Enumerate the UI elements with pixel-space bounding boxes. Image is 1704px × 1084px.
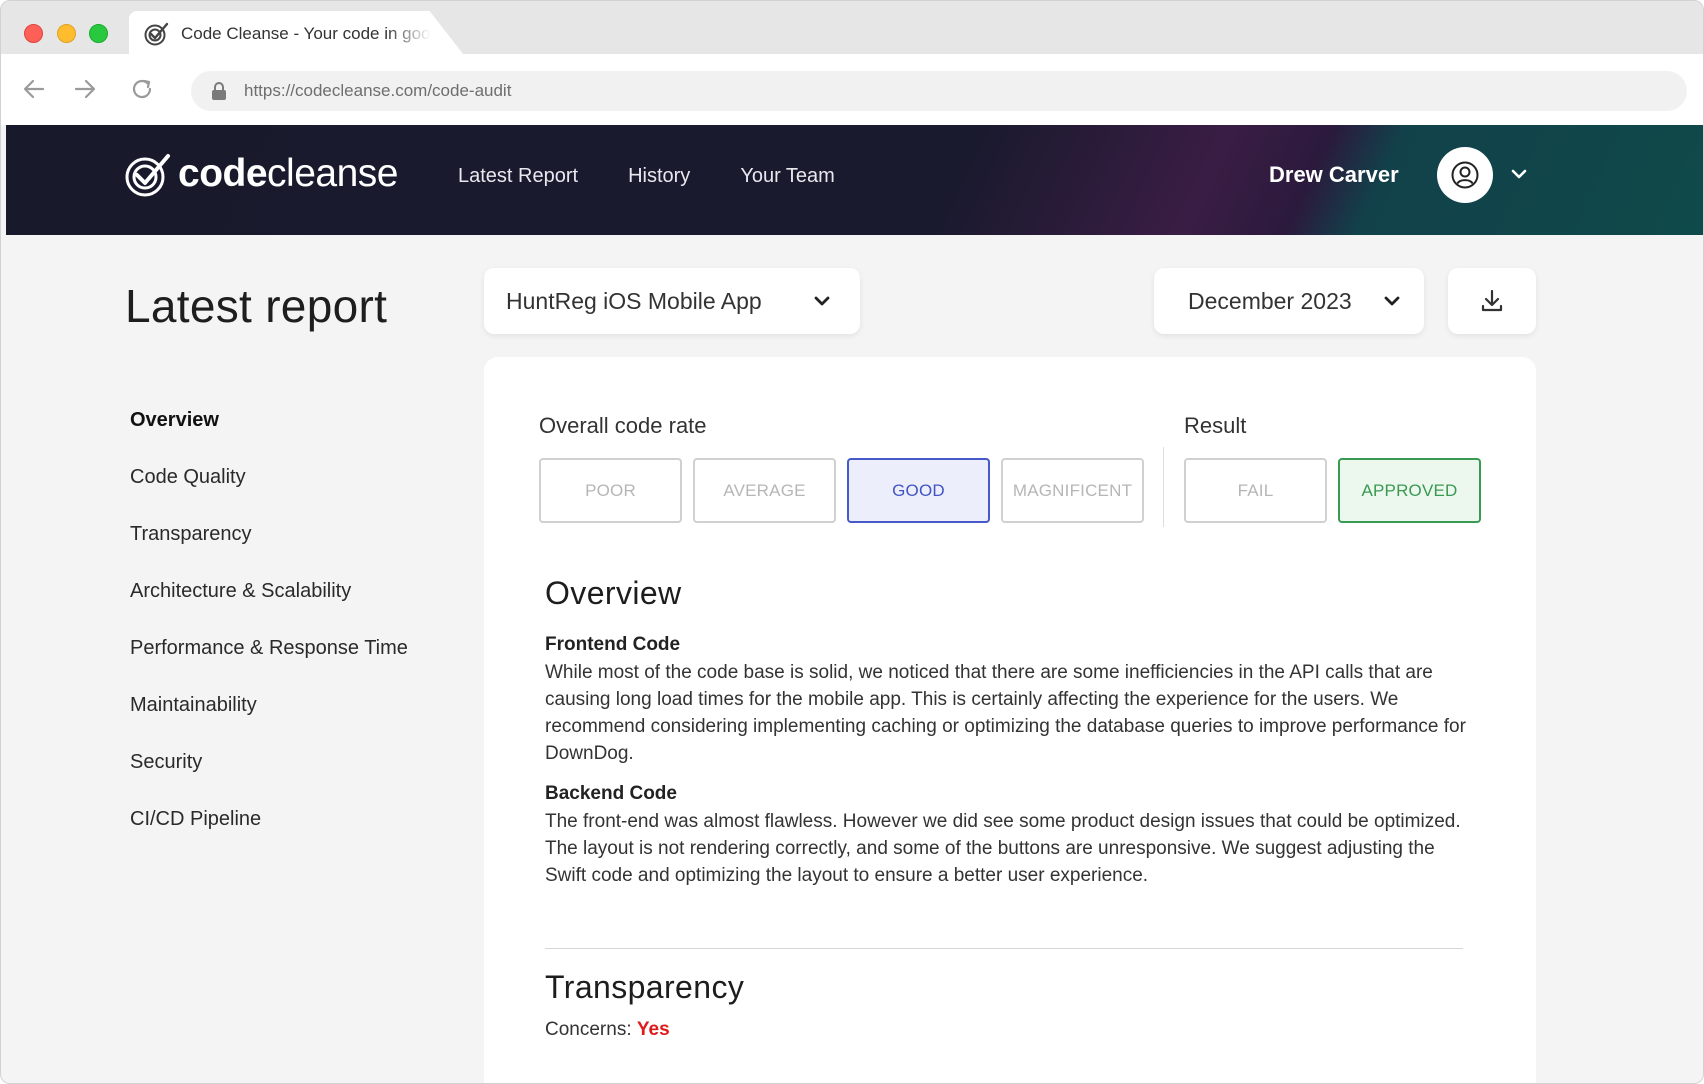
- lock-icon: [212, 82, 226, 100]
- sidebar-item-transparency[interactable]: Transparency: [130, 523, 408, 580]
- rate-option-poor[interactable]: POOR: [539, 458, 682, 523]
- sidebar-item-security[interactable]: Security: [130, 751, 408, 808]
- overall-code-rate-label: Overall code rate: [539, 413, 707, 438]
- report-sidebar: Overview Code Quality Transparency Archi…: [130, 409, 408, 865]
- frontend-code-heading: Frontend Code: [545, 634, 681, 655]
- logo-light-text: cleanse: [267, 152, 398, 195]
- window-zoom-button[interactable]: [89, 24, 108, 43]
- concerns-label: Concerns:: [545, 1019, 632, 1040]
- reload-icon: [132, 79, 152, 99]
- sidebar-item-performance-response-time[interactable]: Performance & Response Time: [130, 637, 408, 694]
- sidebar-item-maintainability[interactable]: Maintainability: [130, 694, 408, 751]
- window-close-button[interactable]: [24, 24, 43, 43]
- forward-button[interactable]: [68, 72, 102, 106]
- section-divider: [545, 948, 1463, 949]
- sidebar-item-overview[interactable]: Overview: [130, 409, 408, 466]
- download-icon: [1481, 289, 1503, 312]
- chevron-down-icon: [1384, 296, 1400, 306]
- url-text: https://codecleanse.com/code-audit: [244, 81, 512, 100]
- nav-your-team[interactable]: Your Team: [740, 165, 835, 188]
- browser-tab-title: Code Cleanse - Your code in good hands: [181, 24, 431, 43]
- window-minimize-button[interactable]: [57, 24, 76, 43]
- forward-arrow-icon: [74, 79, 96, 99]
- rating-divider: [1163, 447, 1164, 527]
- top-nav: Latest Report History Your Team: [458, 165, 885, 188]
- back-button[interactable]: [17, 72, 51, 106]
- avatar[interactable]: [1437, 147, 1493, 203]
- rate-option-average[interactable]: AVERAGE: [693, 458, 836, 523]
- back-arrow-icon: [23, 79, 45, 99]
- browser-window: Code Cleanse - Your code in good hands: [0, 0, 1704, 1084]
- browser-tab-bar: Code Cleanse - Your code in good hands: [1, 1, 1703, 54]
- user-icon: [1451, 161, 1479, 189]
- concerns-line: Concerns: Yes: [545, 1019, 670, 1041]
- browser-tab[interactable]: Code Cleanse - Your code in good hands: [129, 11, 463, 54]
- reload-button[interactable]: [125, 72, 159, 106]
- page-title: Latest report: [125, 280, 388, 332]
- frontend-code-text: While most of the code base is solid, we…: [545, 662, 1466, 764]
- month-select-value: December 2023: [1188, 288, 1352, 314]
- month-select[interactable]: December 2023: [1154, 268, 1424, 334]
- nav-latest-report[interactable]: Latest Report: [458, 165, 578, 188]
- nav-history[interactable]: History: [628, 165, 690, 188]
- browser-toolbar: https://codecleanse.com/code-audit: [1, 54, 1703, 125]
- codecleanse-logo[interactable]: codecleanse: [124, 150, 398, 198]
- sidebar-item-code-quality[interactable]: Code Quality: [130, 466, 408, 523]
- concerns-value: Yes: [636, 1019, 670, 1040]
- codecleanse-logo-icon: [125, 154, 170, 197]
- result-option-fail[interactable]: FAIL: [1184, 458, 1327, 523]
- logo-bold-text: code: [178, 152, 268, 195]
- address-bar[interactable]: https://codecleanse.com/code-audit: [191, 71, 1687, 111]
- result-label: Result: [1184, 413, 1247, 438]
- report-card: Overall code rate Result POOR AVERAGE GO…: [484, 357, 1536, 1083]
- result-option-approved[interactable]: APPROVED: [1338, 458, 1481, 523]
- transparency-heading: Transparency: [545, 969, 745, 1005]
- project-select-value: HuntReg iOS Mobile App: [506, 288, 762, 314]
- rate-option-magnificent[interactable]: MAGNIFICENT: [1001, 458, 1144, 523]
- user-name[interactable]: Drew Carver: [1269, 162, 1399, 188]
- backend-code-heading: Backend Code: [545, 783, 677, 804]
- backend-code-text: The front-end was almost flawless. Howev…: [545, 811, 1461, 886]
- sidebar-item-architecture-scalability[interactable]: Architecture & Scalability: [130, 580, 408, 637]
- sidebar-item-ci-cd-pipeline[interactable]: CI/CD Pipeline: [130, 808, 408, 865]
- download-button[interactable]: [1448, 268, 1536, 334]
- logo-wordmark: codecleanse: [178, 150, 398, 198]
- rate-option-good[interactable]: GOOD: [847, 458, 990, 523]
- user-menu-chevron-down-icon[interactable]: [1508, 163, 1530, 185]
- project-select[interactable]: HuntReg iOS Mobile App: [484, 268, 860, 334]
- overview-heading: Overview: [545, 575, 682, 611]
- app-header: codecleanse Latest Report History Your T…: [6, 125, 1703, 235]
- chevron-down-icon: [814, 296, 830, 306]
- codecleanse-favicon-icon: [144, 22, 169, 46]
